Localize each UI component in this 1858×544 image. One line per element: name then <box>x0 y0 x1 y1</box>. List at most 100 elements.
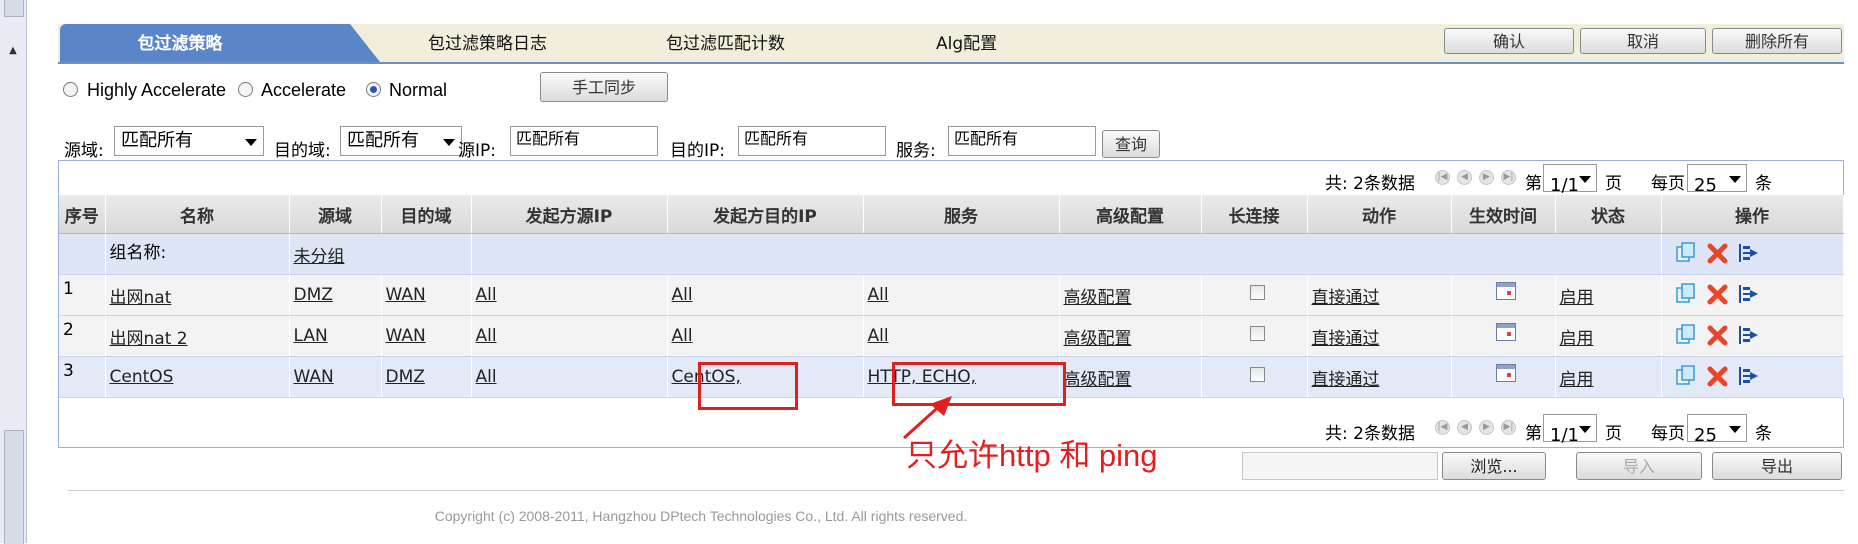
delete-icon[interactable] <box>1706 364 1730 388</box>
copy-icon[interactable] <box>1674 241 1698 265</box>
col-header-src-ip[interactable]: 发起方源IP <box>471 195 668 234</box>
export-button[interactable]: 导出 <box>1712 452 1842 480</box>
total-count: 共: 2条数据 <box>1325 174 1415 194</box>
copy-icon[interactable] <box>1674 364 1698 388</box>
col-header-effective-time[interactable]: 生效时间 <box>1451 195 1556 234</box>
calendar-icon[interactable] <box>1495 282 1516 300</box>
chevron-down-icon <box>1579 176 1591 183</box>
table-row[interactable]: 1 出网nat DMZ WAN All All All 高级配置 直接通过 启用 <box>59 274 1844 316</box>
src-ip-link[interactable]: All <box>476 285 497 305</box>
dst-ip-link[interactable]: CentOS, <box>672 367 741 387</box>
cancel-button[interactable]: 取消 <box>1580 28 1706 54</box>
src-zone-link[interactable]: DMZ <box>294 285 333 305</box>
move-icon[interactable] <box>1736 282 1760 306</box>
rule-name-link[interactable]: 出网nat 2 <box>110 329 188 349</box>
tab-alg-config[interactable]: Alg配置 <box>936 24 997 62</box>
src-ip-input[interactable]: 匹配所有 <box>510 126 658 156</box>
tab-packet-filter-policy[interactable]: 包过滤策略 <box>60 24 380 62</box>
radio-normal[interactable] <box>366 82 381 97</box>
long-connection-checkbox[interactable] <box>1249 367 1265 382</box>
col-header-service[interactable]: 服务 <box>863 195 1060 234</box>
col-header-dst-zone[interactable]: 目的域 <box>381 195 472 234</box>
col-header-name[interactable]: 名称 <box>105 195 290 234</box>
next-page-icon[interactable]: ▶ <box>1479 170 1494 185</box>
table-row[interactable]: 2 出网nat 2 LAN WAN All All All 高级配置 直接通过 … <box>59 315 1844 357</box>
last-page-icon[interactable]: ▶| <box>1501 420 1516 435</box>
prev-page-icon[interactable]: ◀ <box>1457 170 1472 185</box>
col-header-action[interactable]: 动作 <box>1307 195 1452 234</box>
copy-icon[interactable] <box>1674 323 1698 347</box>
page-select[interactable]: 1/1 <box>1543 414 1597 446</box>
next-page-icon[interactable]: ▶ <box>1479 420 1494 435</box>
move-icon[interactable] <box>1736 323 1760 347</box>
src-ip-link[interactable]: All <box>476 367 497 387</box>
service-input[interactable]: 匹配所有 <box>948 126 1096 156</box>
action-link[interactable]: 直接通过 <box>1312 370 1380 390</box>
table-row[interactable]: 3 CentOS WAN DMZ All CentOS, HTTP, ECHO,… <box>59 356 1844 398</box>
dst-ip-link[interactable]: All <box>672 326 693 346</box>
src-ip-link[interactable]: All <box>476 326 497 346</box>
per-page-select[interactable]: 25 <box>1687 164 1747 196</box>
col-header-long-conn[interactable]: 长连接 <box>1201 195 1308 234</box>
long-connection-checkbox[interactable] <box>1249 285 1265 300</box>
radio-highly-accelerate[interactable] <box>63 82 78 97</box>
status-link[interactable]: 启用 <box>1560 370 1594 390</box>
move-icon[interactable] <box>1736 364 1760 388</box>
status-link[interactable]: 启用 <box>1560 288 1594 308</box>
action-link[interactable]: 直接通过 <box>1312 329 1380 349</box>
dst-ip-link[interactable]: All <box>672 285 693 305</box>
service-link[interactable]: All <box>868 285 889 305</box>
import-button[interactable]: 导入 <box>1576 452 1702 480</box>
src-zone-link[interactable]: LAN <box>294 326 328 346</box>
delete-icon[interactable] <box>1706 282 1730 306</box>
advanced-config-link[interactable]: 高级配置 <box>1064 370 1132 390</box>
tab-policy-log[interactable]: 包过滤策略日志 <box>428 24 547 62</box>
last-page-icon[interactable]: ▶| <box>1501 170 1516 185</box>
dst-zone-select[interactable]: 匹配所有 <box>340 126 462 156</box>
browse-button[interactable]: 浏览... <box>1442 452 1546 480</box>
manual-sync-button[interactable]: 手工同步 <box>540 72 668 102</box>
calendar-icon[interactable] <box>1495 323 1516 341</box>
action-link[interactable]: 直接通过 <box>1312 288 1380 308</box>
scrollbar-top-button[interactable] <box>4 0 24 17</box>
query-button[interactable]: 查询 <box>1102 130 1160 158</box>
dst-zone-link[interactable]: WAN <box>386 285 426 305</box>
delete-icon[interactable] <box>1706 241 1730 265</box>
delete-icon[interactable] <box>1706 323 1730 347</box>
prev-page-icon[interactable]: ◀ <box>1457 420 1472 435</box>
first-page-icon[interactable]: |◀ <box>1435 420 1450 435</box>
scrollbar-thumb[interactable] <box>4 430 24 544</box>
col-header-status[interactable]: 状态 <box>1555 195 1662 234</box>
rule-name-link[interactable]: 出网nat <box>110 288 172 308</box>
scroll-up-arrow-icon[interactable]: ▲ <box>5 45 21 59</box>
copy-icon[interactable] <box>1674 282 1698 306</box>
per-page-select[interactable]: 25 <box>1687 414 1747 446</box>
status-link[interactable]: 启用 <box>1560 329 1594 349</box>
long-connection-checkbox[interactable] <box>1249 326 1265 341</box>
confirm-button[interactable]: 确认 <box>1444 28 1574 54</box>
page-select[interactable]: 1/1 <box>1543 164 1597 196</box>
rule-name-link[interactable]: CentOS <box>110 367 174 387</box>
service-link[interactable]: All <box>868 326 889 346</box>
col-header-index[interactable]: 序号 <box>59 195 106 234</box>
service-link[interactable]: HTTP, ECHO, <box>868 367 977 387</box>
dst-zone-link[interactable]: DMZ <box>386 367 425 387</box>
src-zone-link[interactable]: WAN <box>294 367 334 387</box>
move-icon[interactable] <box>1736 241 1760 265</box>
dst-zone-link[interactable]: WAN <box>386 326 426 346</box>
advanced-config-link[interactable]: 高级配置 <box>1064 329 1132 349</box>
calendar-icon[interactable] <box>1495 364 1516 382</box>
vertical-scrollbar[interactable]: ▲ <box>0 0 27 544</box>
radio-accelerate[interactable] <box>238 82 253 97</box>
dst-ip-input[interactable]: 匹配所有 <box>738 126 886 156</box>
col-header-src-zone[interactable]: 源域 <box>289 195 382 234</box>
src-zone-select[interactable]: 匹配所有 <box>114 126 264 156</box>
col-header-dst-ip[interactable]: 发起方目的IP <box>667 195 864 234</box>
tab-match-count[interactable]: 包过滤匹配计数 <box>666 24 785 62</box>
advanced-config-link[interactable]: 高级配置 <box>1064 288 1132 308</box>
delete-all-button[interactable]: 删除所有 <box>1712 28 1842 54</box>
first-page-icon[interactable]: |◀ <box>1435 170 1450 185</box>
col-header-advanced[interactable]: 高级配置 <box>1059 195 1202 234</box>
group-name-link[interactable]: 未分组 <box>294 247 345 267</box>
file-path-input[interactable] <box>1242 452 1438 480</box>
